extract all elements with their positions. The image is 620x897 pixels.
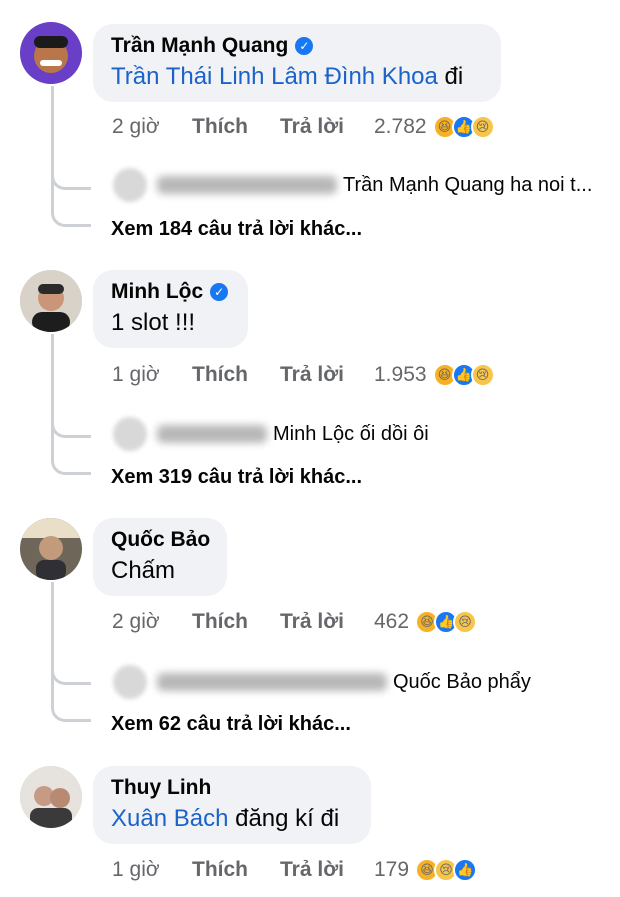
avatar[interactable] [20,22,82,84]
comment-text: 1 slot !!! [111,309,196,336]
reaction-icons[interactable]: 😆 👍 😢 [432,363,495,387]
reaction-count[interactable]: 179 [374,858,409,882]
view-more-replies[interactable]: Xem 184 câu trả lời khác... [111,218,362,241]
comment-time[interactable]: 2 giờ [112,115,192,139]
blurred-name [157,425,267,443]
reply-snippet: Trần Mạnh Quang ha noi t... [343,173,593,196]
reply-button[interactable]: Trả lời [280,858,374,882]
blurred-name [157,673,387,691]
comment-text: Xuân Bách đăng kí đi [111,805,340,832]
sad-icon: 😢 [470,363,495,387]
comment-time[interactable]: 1 giờ [112,858,192,882]
comment-actions: 1 giờ Thích Trả lời 1.953 😆 👍 😢 [112,359,495,391]
comment-author[interactable]: Thuy Linh [111,775,355,801]
comment-actions: 2 giờ Thích Trả lời 2.782 😆 👍 😢 [112,111,495,143]
like-icon: 👍 [453,858,478,882]
reply-preview[interactable]: Quốc Bảo phẩy [113,662,531,702]
blurred-name [157,176,337,194]
like-button[interactable]: Thích [192,610,280,634]
comment-text: Trần Thái Linh Lâm Đình Khoa đi [111,63,464,90]
comment-author[interactable]: Minh Lộc ✓ [111,279,232,305]
reply-avatar [113,417,147,451]
view-more-replies[interactable]: Xem 62 câu trả lời khác... [111,713,351,736]
comment-actions: 1 giờ Thích Trả lời 179 😆 😢 👍 [112,854,478,886]
reply-preview[interactable]: Minh Lộc ối dồi ôi [113,414,429,454]
comment-bubble: Quốc Bảo Chấm [93,518,227,596]
mention-link[interactable]: Xuân Bách [111,805,228,832]
avatar[interactable] [20,518,82,580]
reply-avatar [113,665,147,699]
avatar[interactable] [20,270,82,332]
reply-preview[interactable]: Trần Mạnh Quang ha noi t... [113,165,592,205]
comment-time[interactable]: 1 giờ [112,363,192,387]
like-button[interactable]: Thích [192,858,280,882]
reaction-count[interactable]: 462 [374,610,409,634]
comment-text: Chấm [111,557,176,584]
reaction-icons[interactable]: 😆 😢 👍 [415,858,478,882]
comment-author[interactable]: Quốc Bảo [111,527,211,553]
reply-snippet: Quốc Bảo phẩy [393,670,531,693]
like-button[interactable]: Thích [192,363,280,387]
mention-link[interactable]: Trần Thái Linh Lâm Đình Khoa [111,63,438,90]
comment-actions: 2 giờ Thích Trả lời 462 😆 👍 😢 [112,606,478,638]
verified-badge-icon: ✓ [210,283,229,301]
comment-bubble: Thuy Linh Xuân Bách đăng kí đi [93,766,371,844]
reply-snippet: Minh Lộc ối dồi ôi [273,422,429,445]
comment-author[interactable]: Trần Mạnh Quang ✓ [111,33,485,59]
reply-button[interactable]: Trả lời [280,363,374,387]
sad-icon: 😢 [470,115,495,139]
sad-icon: 😢 [453,610,478,634]
reaction-icons[interactable]: 😆 👍 😢 [415,610,478,634]
reply-button[interactable]: Trả lời [280,610,374,634]
comment-time[interactable]: 2 giờ [112,610,192,634]
verified-badge-icon: ✓ [295,37,314,55]
comment-bubble: Minh Lộc ✓ 1 slot !!! [93,270,248,348]
like-button[interactable]: Thích [192,115,280,139]
reply-avatar [113,168,147,202]
reaction-count[interactable]: 2.782 [374,115,427,139]
reply-button[interactable]: Trả lời [280,115,374,139]
view-more-replies[interactable]: Xem 319 câu trả lời khác... [111,466,362,489]
avatar[interactable] [20,766,82,828]
reaction-count[interactable]: 1.953 [374,363,427,387]
reaction-icons[interactable]: 😆 👍 😢 [432,115,495,139]
comment-bubble: Trần Mạnh Quang ✓ Trần Thái Linh Lâm Đình… [93,24,501,102]
